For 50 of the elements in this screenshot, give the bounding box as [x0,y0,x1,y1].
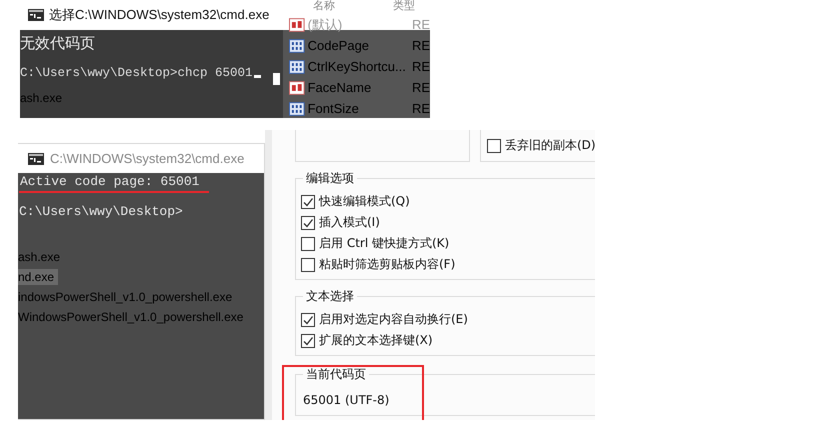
code-page-value: 65001 (UTF-8) [302,392,390,409]
binary-value-icon [289,100,305,116]
value-type: RE [412,17,430,32]
file-name: ash.exe [20,90,64,106]
console-line: Active code page: 65001 [19,173,210,193]
value-name: FontSize [308,101,360,116]
check-icon [302,216,314,228]
check-icon [302,334,314,346]
console-line: C:\Users\wwy\Desktop> [18,203,184,221]
check-icon [302,196,314,208]
column-header: 类型 [393,0,415,14]
group-title: 文本选择 [305,288,355,305]
binary-value-icon [289,58,305,74]
string-value-icon [289,80,305,96]
checkbox[interactable] [301,194,315,208]
window-title: C:\WINDOWS\system32\cmd.exe [50,151,244,166]
cmd-icon [28,9,44,21]
checkbox[interactable] [301,312,315,326]
group-title: 当前代码页 [305,366,367,383]
value-name: (默认) [308,16,344,34]
checkbox-label[interactable]: 扩展的文本选择键(X) [319,332,433,349]
cmd-icon [28,152,44,164]
window-title: 选择C:\WINDOWS\system32\cmd.exe [49,6,270,24]
text-cursor [254,75,261,78]
group-title: 编辑选项 [305,170,355,187]
file-name[interactable]: nd.exe [18,269,58,285]
checkbox[interactable] [487,138,501,152]
value-type: RE [412,38,430,53]
string-value-icon [289,16,305,32]
checkbox-label[interactable]: 启用对选定内容自动换行(E) [319,311,468,328]
value-name: CodePage [308,38,370,53]
value-type: RE [412,101,430,116]
value-type: RE [412,80,430,95]
console-message: 无效代码页 [20,33,95,54]
cursor-block [273,73,280,85]
checkbox-label[interactable]: 启用 Ctrl 键快捷方式(K) [319,235,450,252]
checkbox[interactable] [301,258,315,272]
check-icon [302,314,314,326]
binary-value-icon [289,38,305,54]
checkbox[interactable] [301,216,315,230]
checkbox-label[interactable]: 快速编辑模式(Q) [319,193,410,210]
checkbox[interactable] [301,236,315,250]
value-name: CtrlKeyShortcu... [308,59,407,74]
column-header: 名称 [312,0,336,14]
value-name: FaceName [308,80,372,95]
value-type: RE [412,59,430,74]
command-line: C:\Users\wwy\Desktop>chcp 65001 [20,65,253,82]
checkbox-label[interactable]: 粘贴时筛选剪贴板内容(F) [319,256,456,273]
checkbox-label[interactable]: 插入模式(I) [319,214,380,231]
checkbox[interactable] [301,334,315,348]
